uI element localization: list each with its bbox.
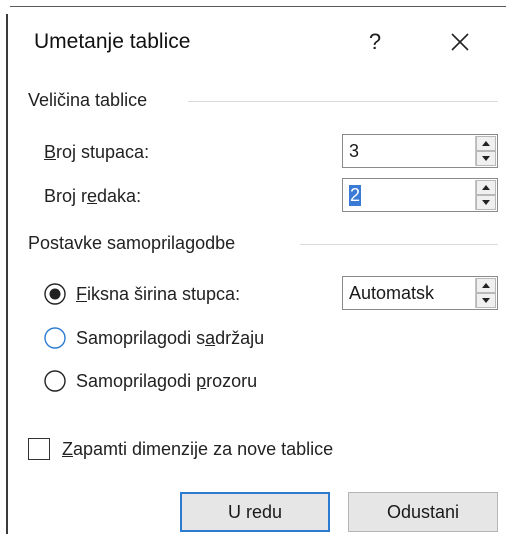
rows-label: Broj redaka: [44, 186, 141, 207]
columns-decrement-button[interactable] [476, 151, 496, 166]
rows-value[interactable]: 2 [349, 185, 362, 206]
fixed-width-increment-button[interactable] [476, 278, 496, 293]
fixed-width-label-rest: iksna širina stupca: [87, 284, 241, 304]
autofit-window-radio[interactable] [44, 370, 66, 392]
columns-label: Broj stupaca: [44, 142, 149, 163]
autofit-window-label-accel: p [196, 371, 207, 391]
remember-dimensions-checkbox[interactable] [28, 438, 50, 460]
help-button[interactable]: ? [360, 24, 390, 60]
radio-checked-icon [44, 283, 66, 305]
columns-spinner[interactable]: 3 [342, 134, 498, 168]
fixed-width-label-accel: F [76, 284, 87, 304]
rows-decrement-button[interactable] [476, 195, 496, 210]
window-edge-left [0, 0, 9, 544]
close-icon [451, 33, 469, 51]
autofit-contents-label-accel: a [205, 328, 216, 348]
fixed-width-radio[interactable] [44, 283, 66, 305]
remember-label-accel: Z [62, 439, 73, 459]
close-button[interactable] [440, 22, 480, 62]
fixed-width-value[interactable]: Automatsk [349, 283, 434, 304]
remember-dimensions-label[interactable]: Zapamti dimenzije za nove tablice [62, 439, 333, 460]
table-size-group-rule [188, 101, 498, 102]
spin-down-icon [476, 195, 496, 210]
rows-label-accel: e [87, 186, 98, 206]
rows-increment-button[interactable] [476, 180, 496, 195]
radio-unchecked-icon [44, 370, 66, 392]
autofit-window-label-prefix: Samoprilagodi [76, 371, 197, 391]
radio-unchecked-icon [44, 327, 66, 349]
autofit-contents-label-rest: držaju [215, 328, 265, 348]
autofit-group-rule [300, 244, 498, 245]
spin-up-icon [476, 180, 496, 195]
insert-table-dialog: Umetanje tablice ? Veličina tablice Broj… [0, 0, 508, 544]
columns-value[interactable]: 3 [349, 141, 359, 162]
autofit-contents-label[interactable]: Samoprilagodi sadržaju [76, 328, 264, 349]
autofit-contents-label-prefix: Samoprilagodi s [76, 328, 206, 348]
spin-down-icon [476, 151, 496, 166]
autofit-group-label: Postavke samoprilagodbe [28, 233, 236, 253]
autofit-window-label-rest: rozoru [206, 371, 258, 391]
table-size-group-label: Veličina tablice [28, 90, 148, 110]
ok-button[interactable]: U redu [180, 492, 330, 532]
columns-increment-button[interactable] [476, 136, 496, 151]
columns-spin-arrows [475, 136, 496, 166]
window-edge-top [0, 0, 508, 10]
autofit-window-label[interactable]: Samoprilagodi prozoru [76, 371, 257, 392]
rows-spinner[interactable]: 2 [342, 178, 498, 212]
spin-up-icon [476, 278, 496, 293]
remember-label-rest: apamti dimenzije za nove tablice [73, 439, 334, 459]
fixed-width-spinner[interactable]: Automatsk [342, 276, 498, 310]
rows-label-prefix: Broj r [44, 186, 88, 206]
fixed-width-label[interactable]: Fiksna širina stupca: [76, 284, 240, 305]
autofit-contents-radio[interactable] [44, 327, 66, 349]
cancel-button[interactable]: Odustani [348, 492, 498, 532]
spin-down-icon [476, 293, 496, 308]
fixed-width-decrement-button[interactable] [476, 293, 496, 308]
dialog-title: Umetanje tablice [34, 30, 191, 53]
columns-label-accel: B [44, 142, 57, 162]
spin-up-icon [476, 136, 496, 151]
fixed-width-spin-arrows [475, 278, 496, 308]
rows-label-rest: daka: [97, 186, 142, 206]
columns-label-rest: roj stupaca: [56, 142, 150, 162]
rows-spin-arrows [475, 180, 496, 210]
